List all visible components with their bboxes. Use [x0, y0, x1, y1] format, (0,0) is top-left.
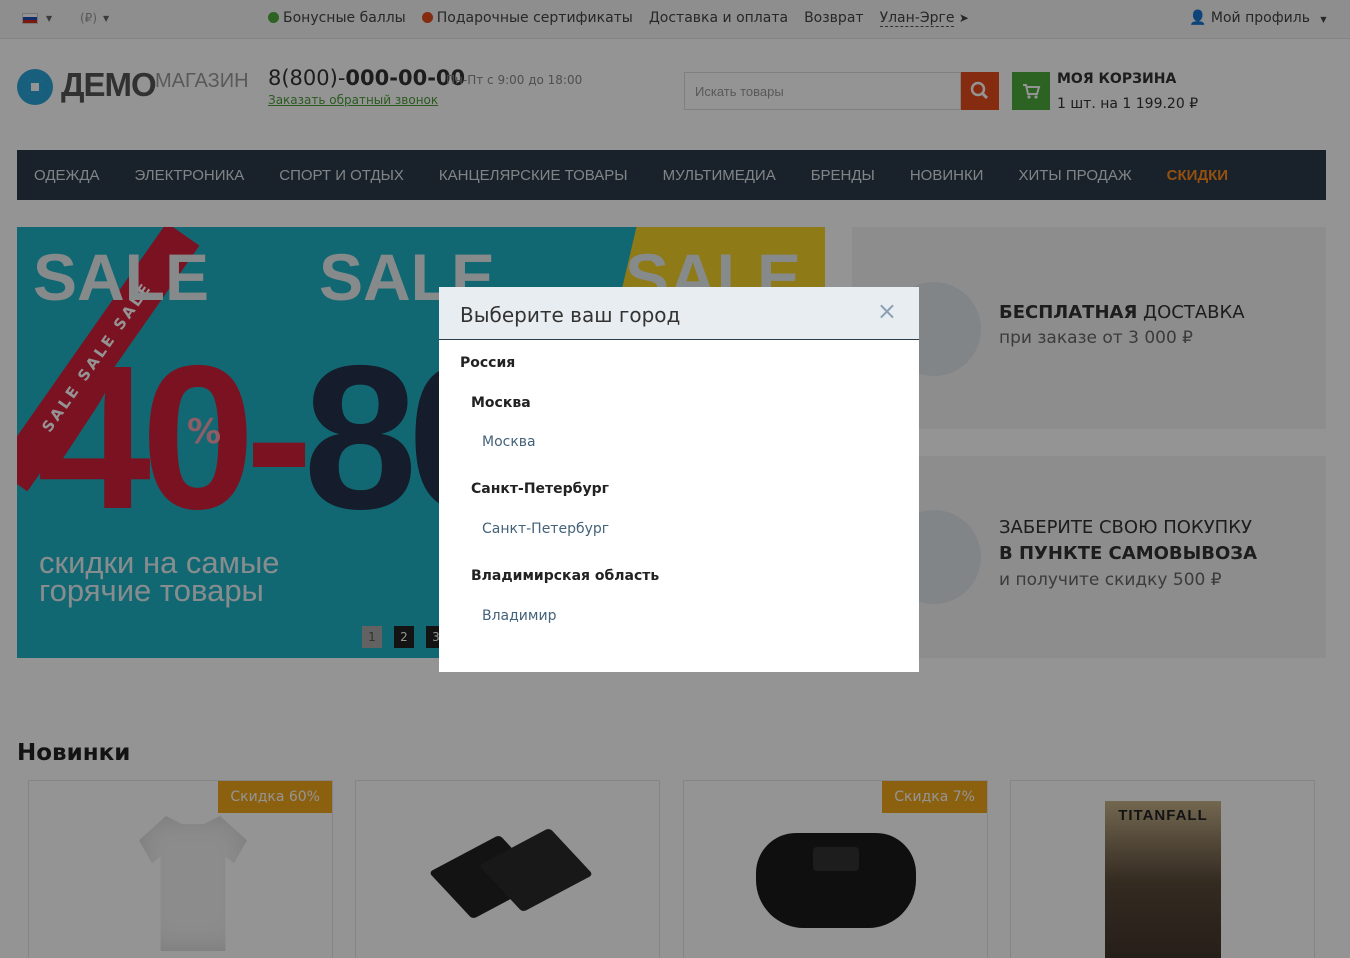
- region-moscow: Москва: [471, 395, 531, 411]
- country-label: Россия: [460, 355, 516, 371]
- close-icon[interactable]: ×: [877, 299, 897, 323]
- city-select-modal: Выберите ваш город × Россия Москва Москв…: [439, 287, 919, 672]
- modal-title: Выберите ваш город: [460, 303, 681, 327]
- city-link-vladimir[interactable]: Владимир: [482, 608, 556, 624]
- modal-header: Выберите ваш город ×: [439, 287, 919, 340]
- region-vladimir: Владимирская область: [471, 568, 660, 584]
- city-link-moscow[interactable]: Москва: [482, 434, 536, 450]
- region-spb: Санкт-Петербург: [471, 481, 609, 497]
- city-link-spb[interactable]: Санкт-Петербург: [482, 521, 609, 537]
